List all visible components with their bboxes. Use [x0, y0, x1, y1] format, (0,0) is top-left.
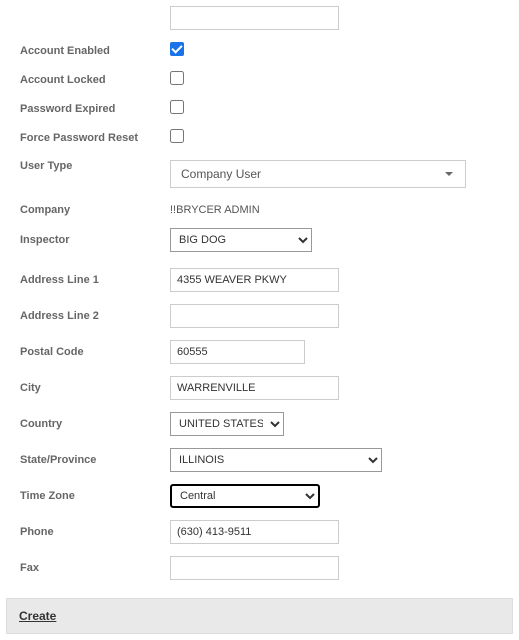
row-password-expired: Password Expired [10, 94, 509, 123]
select-state[interactable]: ILLINOIS [170, 448, 382, 472]
label-password-expired: Password Expired [10, 103, 170, 115]
row-company: Company !!BRYCER ADMIN [10, 194, 509, 222]
checkbox-force-password-reset[interactable] [170, 129, 184, 143]
checkbox-password-expired[interactable] [170, 100, 184, 114]
checkbox-account-enabled[interactable] [170, 42, 184, 56]
row-fax: Fax [10, 550, 509, 586]
label-inspector: Inspector [10, 234, 170, 246]
select-user-type-value: Company User [181, 167, 261, 181]
label-account-locked: Account Locked [10, 74, 170, 86]
label-postal-code: Postal Code [10, 346, 170, 358]
row-timezone: Time Zone Central [10, 478, 509, 514]
row-phone: Phone [10, 514, 509, 550]
top-input-cutoff[interactable] [170, 6, 339, 30]
row-address1: Address Line 1 [10, 258, 509, 298]
row-city: City [10, 370, 509, 406]
label-timezone: Time Zone [10, 490, 170, 502]
select-inspector[interactable]: BIG DOG [170, 228, 312, 252]
row-address2: Address Line 2 [10, 298, 509, 334]
select-country[interactable]: UNITED STATES [170, 412, 284, 436]
row-country: Country UNITED STATES [10, 406, 509, 442]
select-timezone[interactable]: Central [170, 484, 320, 508]
label-state: State/Province [10, 454, 170, 466]
input-city[interactable] [170, 376, 339, 400]
row-account-locked: Account Locked [10, 65, 509, 94]
footer-bar: Create [6, 598, 513, 634]
input-address2[interactable] [170, 304, 339, 328]
top-row-cutoff [10, 6, 509, 36]
select-user-type[interactable]: Company User [170, 160, 466, 188]
row-force-password-reset: Force Password Reset [10, 123, 509, 152]
label-account-enabled: Account Enabled [10, 45, 170, 57]
label-city: City [10, 382, 170, 394]
create-link[interactable]: Create [19, 609, 56, 623]
label-phone: Phone [10, 526, 170, 538]
checkbox-account-locked[interactable] [170, 71, 184, 85]
label-user-type: User Type [10, 160, 170, 172]
label-company: Company [10, 204, 170, 216]
label-fax: Fax [10, 562, 170, 574]
row-state: State/Province ILLINOIS [10, 442, 509, 478]
row-postal-code: Postal Code [10, 334, 509, 370]
input-fax[interactable] [170, 556, 339, 580]
label-address2: Address Line 2 [10, 310, 170, 322]
input-address1[interactable] [170, 268, 339, 292]
label-address1: Address Line 1 [10, 274, 170, 286]
row-user-type: User Type Company User [10, 152, 509, 194]
input-phone[interactable] [170, 520, 339, 544]
value-company: !!BRYCER ADMIN [170, 204, 260, 216]
row-inspector: Inspector BIG DOG [10, 222, 509, 258]
row-account-enabled: Account Enabled [10, 36, 509, 65]
label-force-password-reset: Force Password Reset [10, 132, 170, 144]
label-country: Country [10, 418, 170, 430]
input-postal-code[interactable] [170, 340, 305, 364]
chevron-down-icon [445, 172, 453, 176]
